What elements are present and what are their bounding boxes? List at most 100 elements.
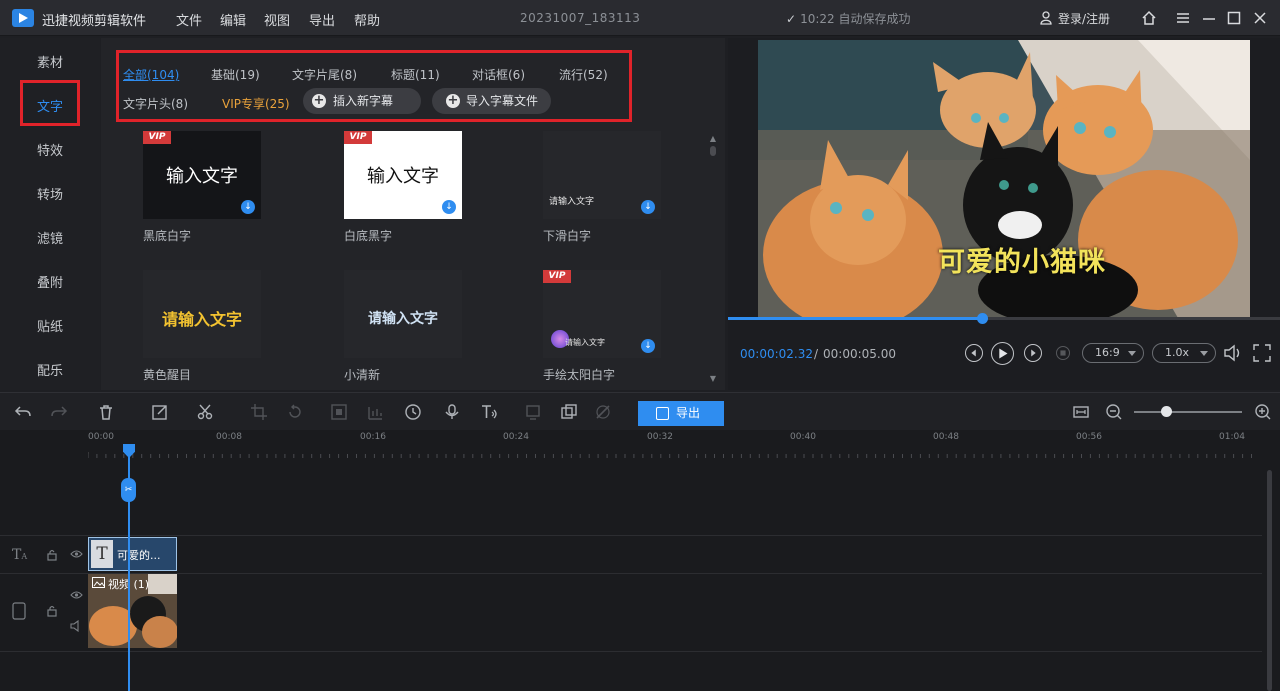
export-label: 导出 (675, 406, 700, 420)
crop-icon[interactable] (250, 403, 268, 421)
cut-icon[interactable] (196, 403, 214, 421)
empty-track (0, 651, 1262, 691)
download-icon[interactable]: ↓ (442, 200, 456, 214)
mosaic-icon[interactable] (330, 403, 348, 421)
subtitle-overlay[interactable]: 可爱的小猫咪 (938, 240, 1106, 279)
autosave-status: ✓ 10:22 自动保存成功 (786, 10, 910, 27)
filter-tab-popular[interactable]: 流行(52) (559, 66, 608, 83)
redo-icon[interactable] (50, 403, 68, 421)
fullscreen-icon[interactable] (1252, 343, 1272, 363)
progress-handle[interactable] (976, 313, 988, 324)
timeline[interactable]: 00:00 00:08 00:16 00:24 00:32 00:40 00:4… (0, 430, 1280, 691)
menu-edit[interactable]: 编辑 (220, 10, 246, 29)
microphone-icon[interactable] (443, 403, 461, 421)
login-link[interactable]: 登录/注册 (1058, 10, 1110, 27)
template-preview-text: 请输入文字 (161, 310, 242, 329)
video-clip[interactable]: 视频 (1) (88, 574, 177, 648)
insert-subtitle-button[interactable]: + 插入新字幕 (303, 88, 421, 114)
mask-icon[interactable] (594, 403, 612, 421)
sidebar-item-music[interactable]: 配乐 (0, 360, 100, 379)
play-icon[interactable] (991, 342, 1014, 365)
filter-tab-dialog[interactable]: 对话框(6) (472, 66, 525, 83)
playback-progress-bar[interactable] (728, 313, 1280, 324)
tick-label: 00:00 (88, 432, 114, 442)
edit-icon[interactable] (151, 403, 169, 421)
menu-export[interactable]: 导出 (309, 10, 335, 29)
vip-badge: VIP (143, 131, 171, 144)
import-subtitle-button[interactable]: + 导入字幕文件 (432, 88, 551, 114)
download-icon[interactable]: ↓ (641, 200, 655, 214)
sidebar-item-transitions[interactable]: 转场 (0, 184, 100, 203)
scroll-thumb[interactable] (1267, 470, 1272, 691)
template-card-white-black[interactable]: VIP 输入文字 ↓ (344, 131, 462, 219)
zoom-slider[interactable] (1134, 406, 1242, 417)
template-card-yellow[interactable]: 请输入文字 (143, 270, 261, 358)
template-card-fresh[interactable]: 请输入文字 (344, 270, 462, 358)
maximize-icon[interactable] (1225, 9, 1243, 27)
speaker-icon[interactable] (70, 620, 83, 632)
filter-tab-title[interactable]: 标题(11) (391, 66, 440, 83)
filter-tab-basic[interactable]: 基础(19) (211, 66, 260, 83)
lock-icon[interactable] (46, 604, 58, 617)
filter-tab-text-intro[interactable]: 文字片头(8) (123, 95, 188, 112)
sidebar-item-effects[interactable]: 特效 (0, 140, 100, 159)
panel-scrollbar[interactable]: ▲ ▼ (709, 134, 717, 384)
zoom-slider-knob[interactable] (1161, 406, 1173, 417)
text-clip[interactable]: T 可爱的... (88, 537, 177, 571)
download-icon[interactable]: ↓ (641, 339, 655, 353)
filter-tab-all[interactable]: 全部(104) (123, 66, 179, 83)
fit-timeline-icon[interactable] (1072, 403, 1090, 421)
aspect-ratio-select[interactable]: 16:9 (1082, 343, 1144, 363)
template-preview-text: 请输入文字 (565, 338, 605, 347)
filter-tab-vip[interactable]: VIP专享(25) (222, 95, 290, 112)
tick-label: 00:40 (790, 432, 816, 442)
stop-icon[interactable] (1056, 346, 1070, 360)
sidebar-item-overlay[interactable]: 叠附 (0, 272, 100, 291)
eye-icon[interactable] (70, 590, 83, 600)
sidebar-item-media[interactable]: 素材 (0, 52, 100, 71)
speed-value: 1.0x (1165, 346, 1190, 359)
next-frame-icon[interactable] (1024, 344, 1042, 362)
template-card-black-white[interactable]: VIP 输入文字 ↓ (143, 131, 261, 219)
time-ruler[interactable] (88, 452, 1260, 458)
undo-icon[interactable] (14, 403, 32, 421)
minimize-icon[interactable] (1200, 9, 1218, 27)
lock-icon[interactable] (46, 548, 58, 561)
template-card-sun[interactable]: VIP 请输入文字 ↓ (543, 270, 661, 358)
scroll-up-icon[interactable]: ▲ (709, 134, 717, 143)
menu-help[interactable]: 帮助 (354, 10, 380, 29)
user-icon[interactable] (1040, 11, 1052, 25)
template-name: 手绘太阳白字 (543, 368, 616, 382)
menu-view[interactable]: 视图 (264, 10, 290, 29)
delete-icon[interactable] (97, 403, 115, 421)
mark-icon[interactable] (366, 403, 384, 421)
duration-icon[interactable] (404, 403, 422, 421)
rotate-icon[interactable] (286, 403, 304, 421)
sidebar-item-filters[interactable]: 滤镜 (0, 228, 100, 247)
prev-frame-icon[interactable] (965, 344, 983, 362)
eye-icon[interactable] (70, 549, 83, 559)
home-icon[interactable] (1140, 9, 1158, 27)
text-to-speech-icon[interactable] (480, 403, 498, 421)
speed-select[interactable]: 1.0x (1152, 343, 1216, 363)
video-preview: 可爱的小猫咪 00:00:02.32 / 00:00:05.00 16:9 1.… (728, 38, 1280, 390)
text-category-highlight (20, 80, 80, 126)
sidebar-item-stickers[interactable]: 贴纸 (0, 316, 100, 335)
export-button[interactable]: 导出 (638, 401, 724, 426)
freeze-frame-icon[interactable] (560, 403, 578, 421)
close-icon[interactable] (1251, 9, 1269, 27)
zoom-out-icon[interactable] (1105, 403, 1123, 421)
zoom-in-icon[interactable] (1254, 403, 1272, 421)
download-icon[interactable]: ↓ (241, 200, 255, 214)
speech-to-text-icon[interactable] (524, 403, 542, 421)
filter-tab-text-outro[interactable]: 文字片尾(8) (292, 66, 357, 83)
menu-icon[interactable] (1174, 9, 1192, 27)
timeline-scrollbar[interactable] (1266, 470, 1274, 691)
playhead-split-marker[interactable]: ✂ (121, 478, 136, 502)
menu-file[interactable]: 文件 (176, 10, 202, 29)
scroll-down-icon[interactable]: ▼ (709, 374, 717, 383)
template-card-slide-white[interactable]: 请输入文字 ↓ (543, 131, 661, 219)
plus-icon: + (312, 93, 326, 108)
scroll-thumb[interactable] (710, 146, 716, 156)
volume-icon[interactable] (1222, 343, 1244, 363)
